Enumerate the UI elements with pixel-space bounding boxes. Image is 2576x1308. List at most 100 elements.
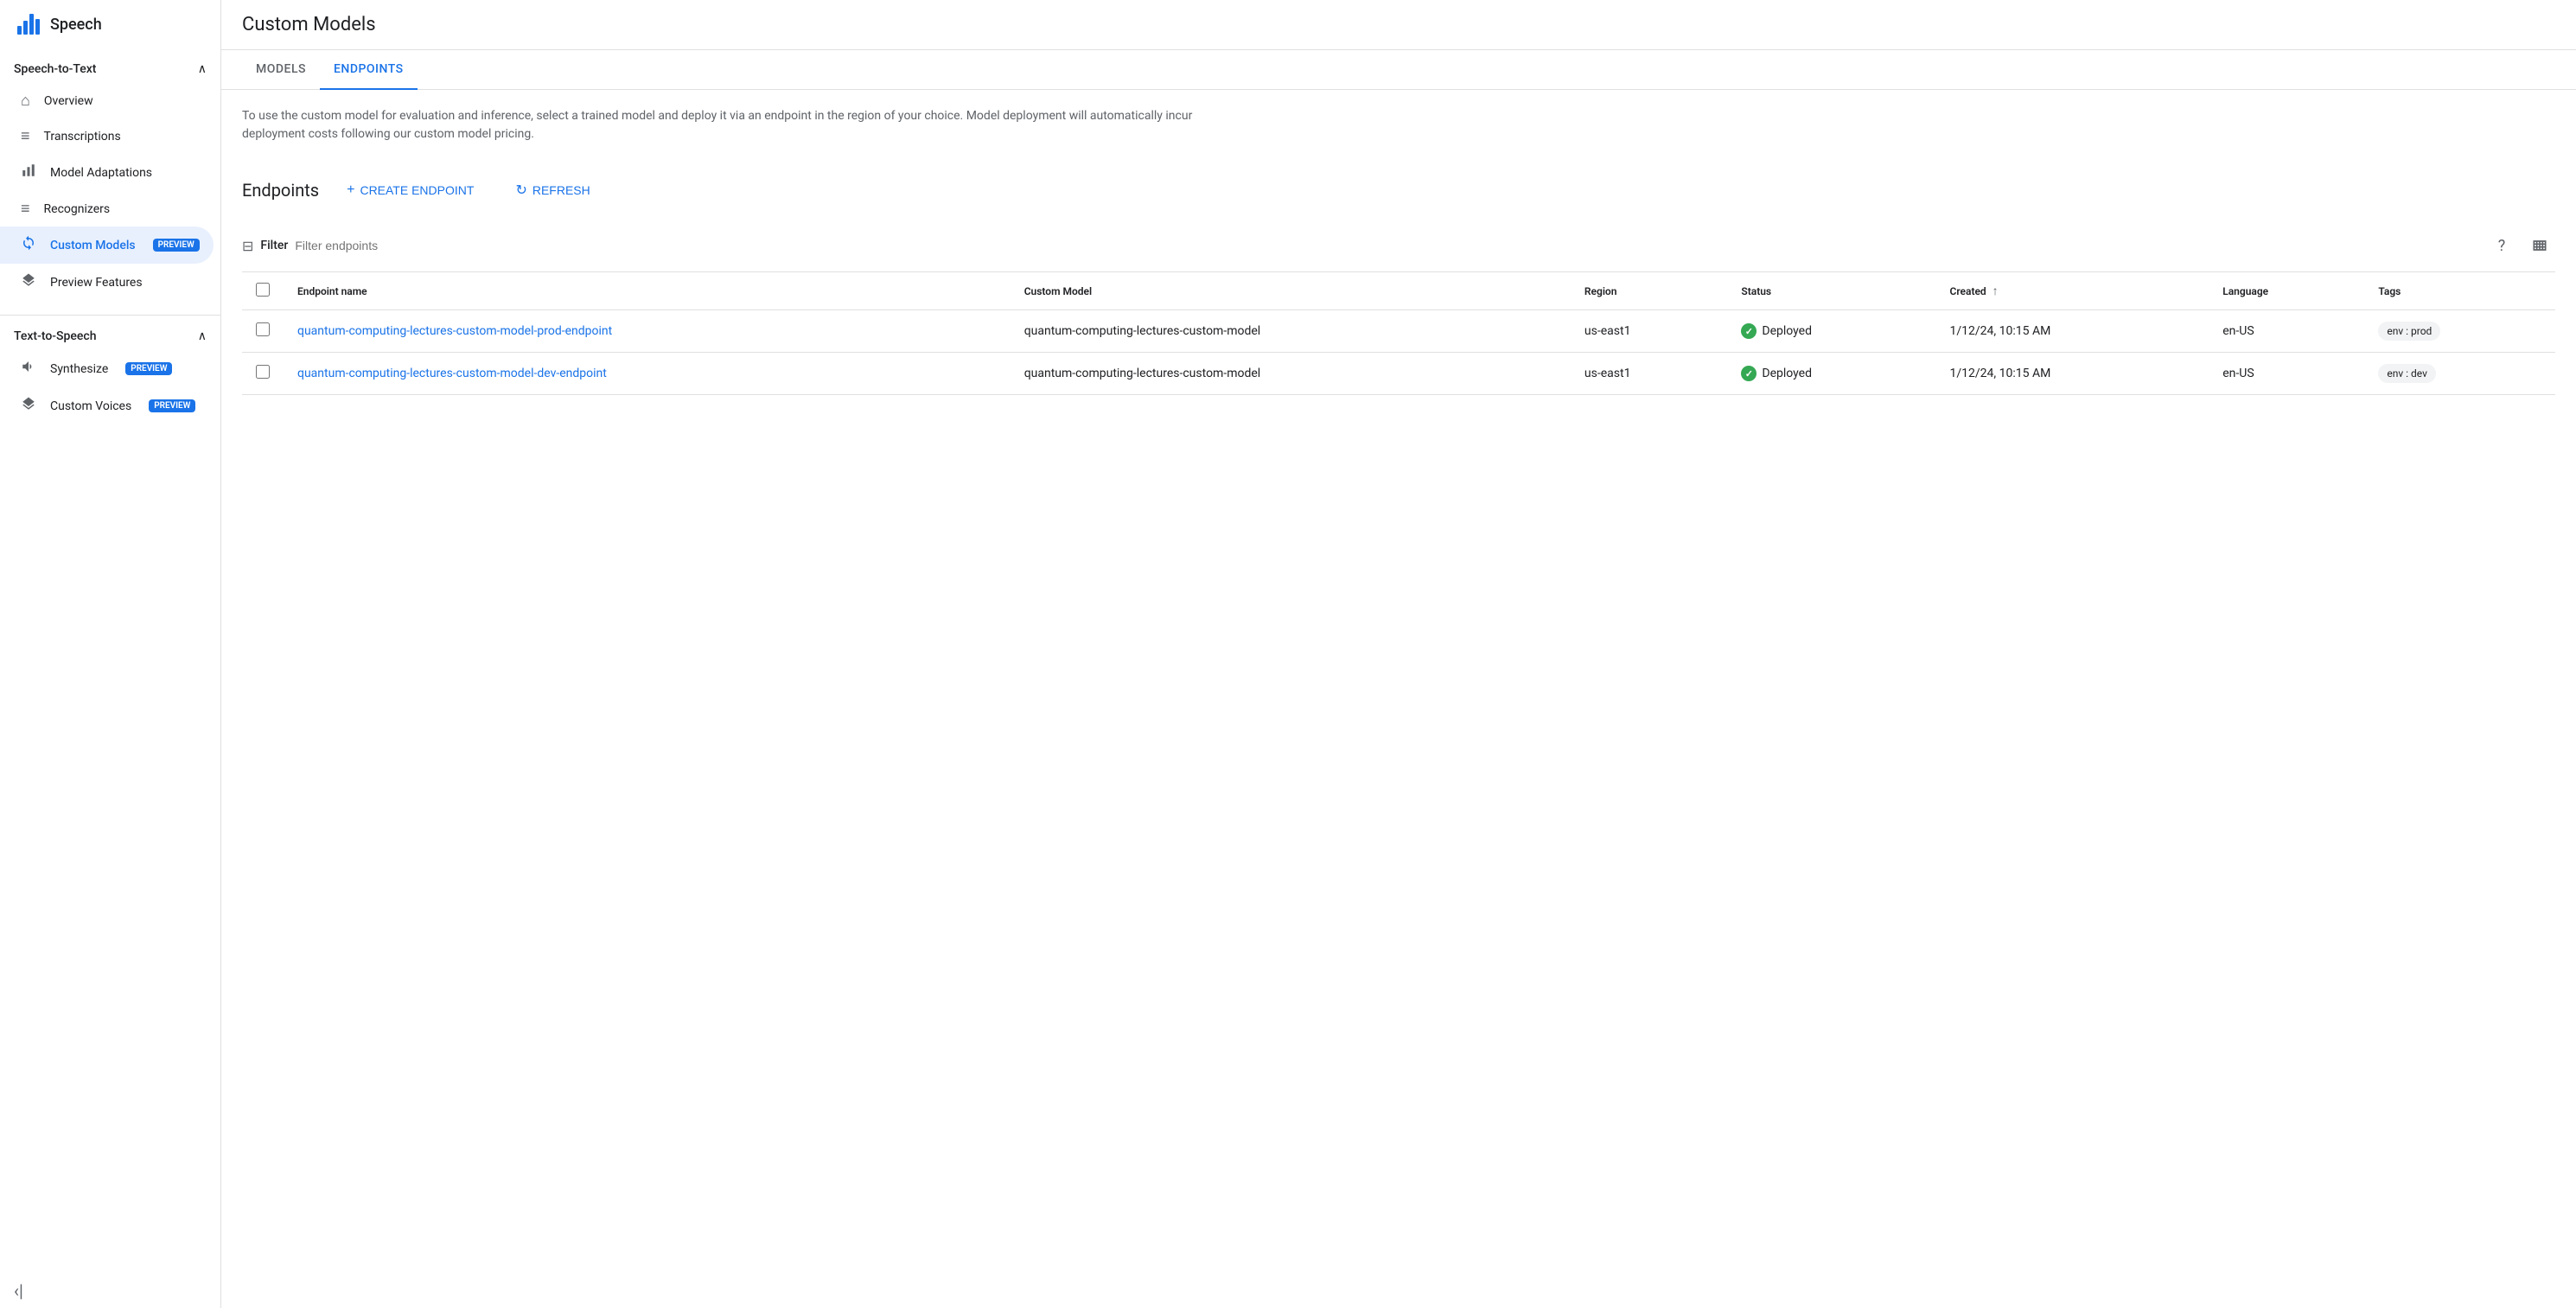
select-all-checkbox[interactable] [256,283,270,297]
sidebar-item-synthesize[interactable]: Synthesize PREVIEW [0,350,214,387]
row1-language: en-US [2209,310,2364,353]
text-to-speech-label: Text-to-Speech [14,329,96,343]
sync-icon [21,235,36,255]
help-button[interactable]: ? [2486,230,2517,261]
col-endpoint-name[interactable]: Endpoint name [284,272,1011,310]
row2-language: en-US [2209,353,2364,395]
page-description: To use the custom model for evaluation a… [221,90,1259,161]
preview-badge: PREVIEW [125,362,172,375]
page-title: Custom Models [242,14,2555,35]
sidebar-item-label: Recognizers [44,202,111,216]
table-row: quantum-computing-lectures-custom-model-… [242,310,2555,353]
row2-status: Deployed [1727,353,1935,395]
col-status: Status [1727,272,1935,310]
table-container: ⊟ Filter ? [221,220,2576,395]
status-label: Deployed [1762,367,1812,380]
refresh-icon: ↻ [515,182,526,199]
sidebar-item-label: Custom Models [50,239,136,252]
home-icon: ⌂ [21,92,30,110]
preview-badge: PREVIEW [149,399,195,412]
row1-checkbox-cell[interactable] [242,310,284,353]
row2-endpoint-name: quantum-computing-lectures-custom-model-… [284,353,1011,395]
content-area: MODELS ENDPOINTS To use the custom model… [221,50,2576,1308]
refresh-button[interactable]: ↻ REFRESH [501,175,603,206]
main-content: Custom Models MODELS ENDPOINTS To use th… [221,0,2576,1308]
row2-created: 1/12/24, 10:15 AM [1935,353,2209,395]
create-endpoint-label: CREATE ENDPOINT [360,183,474,197]
row1-checkbox[interactable] [256,322,270,336]
col-region: Region [1571,272,1727,310]
filter-label: Filter [260,239,288,252]
row2-custom-model: quantum-computing-lectures-custom-model [1011,353,1571,395]
row2-endpoint-link[interactable]: quantum-computing-lectures-custom-model-… [297,367,607,380]
row1-status: Deployed [1727,310,1935,353]
speech-to-text-label: Speech-to-Text [14,62,96,76]
row1-endpoint-name: quantum-computing-lectures-custom-model-… [284,310,1011,353]
app-logo-icon [17,14,40,35]
row1-region: us-east1 [1571,310,1727,353]
add-icon: + [347,182,354,198]
sidebar-item-label: Preview Features [50,276,143,290]
sidebar-item-custom-voices[interactable]: Custom Voices PREVIEW [0,387,214,424]
tabs-bar: MODELS ENDPOINTS [221,50,2576,90]
row1-custom-model: quantum-computing-lectures-custom-model [1011,310,1571,353]
sidebar-item-preview-features[interactable]: Preview Features [0,264,214,301]
speech-to-text-section: Speech-to-Text ∧ ⌂ Overview ≡ Transcript… [0,48,220,308]
chart-icon [21,163,36,182]
sidebar-item-label: Synthesize [50,362,108,376]
sidebar-item-transcriptions[interactable]: ≡ Transcriptions [0,118,214,154]
status-deployed-icon [1741,366,1757,381]
filter-icon: ⊟ [242,238,253,254]
text-to-speech-header[interactable]: Text-to-Speech ∧ [0,322,220,350]
col-tags: Tags [2364,272,2555,310]
filter-input[interactable] [295,239,468,252]
sidebar-collapse-button[interactable]: ‹| [0,1273,220,1308]
tab-models[interactable]: MODELS [242,50,320,90]
sidebar-item-label: Custom Voices [50,399,131,413]
text-to-speech-section: Text-to-Speech ∧ Synthesize PREVIEW Cust… [0,315,220,431]
list-icon: ≡ [21,127,30,145]
row2-tags: env : dev [2364,353,2555,395]
layers-icon [21,396,36,416]
sidebar: Speech Speech-to-Text ∧ ⌂ Overview ≡ Tra… [0,0,221,1308]
status-badge: Deployed [1741,366,1922,381]
waveform-icon [21,359,36,379]
sidebar-item-label: Model Adaptations [50,166,152,180]
row2-checkbox[interactable] [256,365,270,379]
tab-endpoints[interactable]: ENDPOINTS [320,50,418,90]
row1-tag: env : prod [2378,322,2440,341]
create-endpoint-button[interactable]: + CREATE ENDPOINT [333,175,488,205]
sidebar-header: Speech [0,0,220,48]
endpoints-header: Endpoints + CREATE ENDPOINT ↻ REFRESH [221,161,2576,220]
endpoints-table: Endpoint name Custom Model Region Status [242,272,2555,395]
status-label: Deployed [1762,324,1812,338]
sidebar-item-custom-models[interactable]: Custom Models PREVIEW [0,227,214,264]
speech-to-text-header[interactable]: Speech-to-Text ∧ [0,55,220,83]
endpoints-section-title: Endpoints [242,180,319,201]
sidebar-item-overview[interactable]: ⌂ Overview [0,83,214,118]
row2-tag: env : dev [2378,364,2436,383]
columns-button[interactable] [2524,230,2555,261]
row1-endpoint-link[interactable]: quantum-computing-lectures-custom-model-… [297,324,612,338]
app-title: Speech [50,16,102,34]
layers-icon [21,272,36,292]
refresh-label: REFRESH [532,183,590,197]
col-created[interactable]: Created ↑ [1935,272,2209,310]
sidebar-item-label: Overview [44,94,93,108]
filter-bar: ⊟ Filter ? [242,220,2555,272]
sidebar-item-recognizers[interactable]: ≡ Recognizers [0,191,214,227]
col-language: Language [2209,272,2364,310]
select-all-header[interactable] [242,272,284,310]
table-row: quantum-computing-lectures-custom-model-… [242,353,2555,395]
sidebar-item-label: Transcriptions [44,130,121,144]
row2-checkbox-cell[interactable] [242,353,284,395]
status-deployed-icon [1741,323,1757,339]
sort-icon: ↑ [1993,284,1999,298]
status-badge: Deployed [1741,323,1922,339]
speech-to-text-chevron-icon: ∧ [198,62,207,76]
sidebar-item-model-adaptations[interactable]: Model Adaptations [0,154,214,191]
preview-badge: PREVIEW [153,239,200,252]
list-icon: ≡ [21,200,30,218]
col-custom-model: Custom Model [1011,272,1571,310]
row1-created: 1/12/24, 10:15 AM [1935,310,2209,353]
